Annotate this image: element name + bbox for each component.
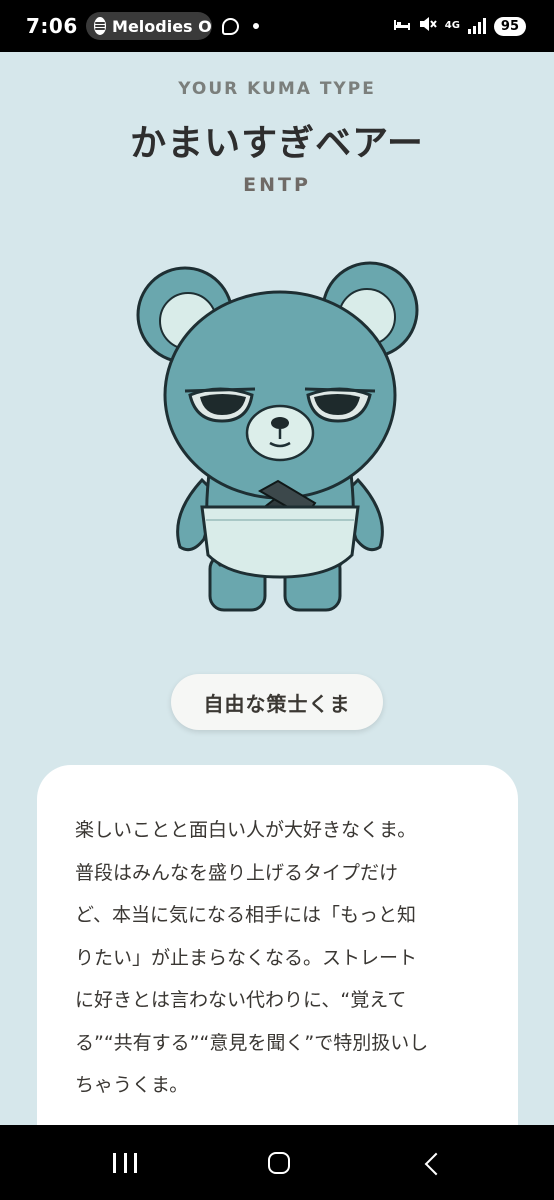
back-icon[interactable] xyxy=(424,1152,448,1176)
signal-icon xyxy=(467,18,486,34)
type-nickname-chip[interactable]: 自由な策士くま xyxy=(171,674,383,730)
spotify-icon xyxy=(93,17,107,35)
status-bar: 7:06 Melodies O 4G 95 xyxy=(0,0,554,52)
type-description: 楽しいことと面白い人が大好きなくま。 普段はみんなを盛り上げるタイプだけ ど、本… xyxy=(75,819,429,1096)
status-time: 7:06 xyxy=(26,14,78,38)
recent-apps-icon[interactable] xyxy=(113,1153,137,1173)
mute-icon xyxy=(419,16,437,36)
section-kicker: YOUR KUMA TYPE xyxy=(178,79,376,99)
bed-icon xyxy=(393,17,411,35)
type-nickname-label: 自由な策士くま xyxy=(203,691,351,716)
battery-level: 95 xyxy=(493,16,526,36)
mbti-type: ENTP xyxy=(243,174,311,196)
now-playing-label: Melodies O xyxy=(112,16,212,36)
system-nav-bar xyxy=(0,1125,554,1200)
page-title: かまいすぎベアー xyxy=(130,123,424,164)
chat-notification-icon xyxy=(221,17,239,35)
description-card: 楽しいことと面白い人が大好きなくま。 普段はみんなを盛り上げるタイプだけ ど、本… xyxy=(37,765,518,1185)
home-icon[interactable] xyxy=(268,1152,290,1174)
now-playing-chip[interactable]: Melodies O xyxy=(85,12,212,40)
bear-illustration xyxy=(136,261,419,612)
network-type: 4G xyxy=(444,20,460,31)
more-notifications-dot xyxy=(252,23,259,29)
status-icons: 4G 95 xyxy=(393,0,526,52)
